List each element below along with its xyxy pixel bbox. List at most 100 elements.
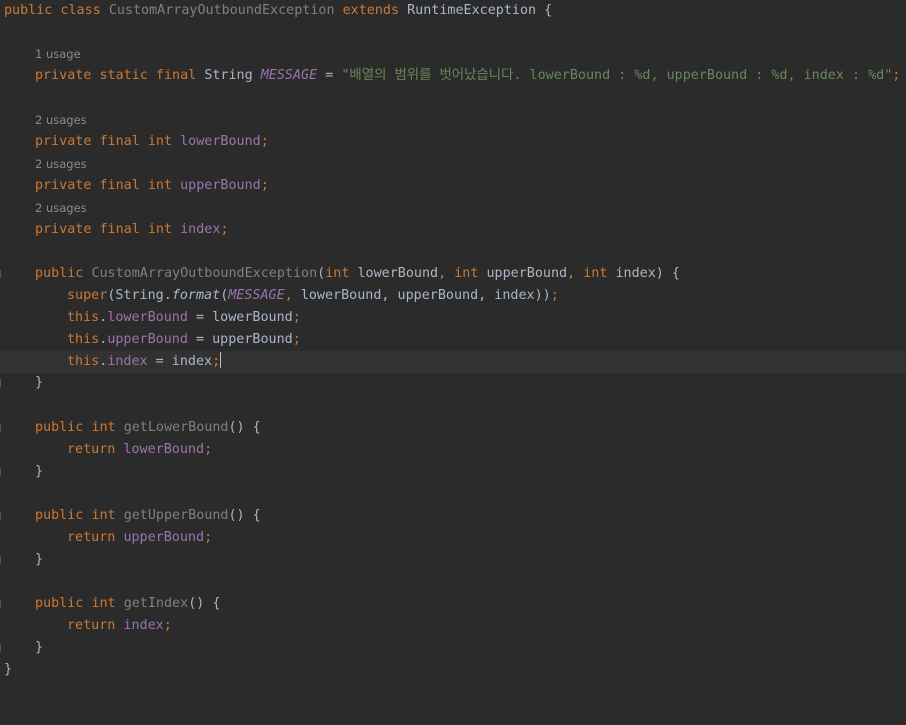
usage-hint[interactable]: 2 usages	[35, 113, 87, 127]
code-line[interactable]: }	[0, 659, 906, 681]
type-name: String	[204, 68, 261, 83]
fold-marker-icon[interactable]	[0, 270, 5, 278]
code-line[interactable]: public int getUpperBound() {	[0, 505, 906, 527]
code-text: (String.	[107, 288, 172, 303]
fold-marker-icon[interactable]	[0, 468, 5, 476]
code-line[interactable]: }	[0, 372, 906, 394]
usage-hint[interactable]: 2 usages	[35, 201, 87, 215]
method-signature: public int getIndex() {	[35, 593, 220, 615]
keyword: return	[67, 530, 124, 545]
code-line[interactable]: }	[0, 461, 906, 483]
paren-brace: () {	[188, 596, 221, 611]
paren: ))	[534, 288, 551, 303]
closing-brace: }	[35, 640, 44, 655]
semicolon: ;	[204, 442, 213, 457]
paren-brace: () {	[228, 508, 261, 523]
arguments: lowerBound, upperBound, index	[300, 288, 535, 303]
code-line[interactable]: this.lowerBound = lowerBound;	[0, 307, 906, 329]
field-declaration: private final int lowerBound;	[35, 131, 269, 153]
fold-marker-icon[interactable]	[0, 424, 5, 432]
superclass-name: RuntimeException {	[407, 3, 553, 18]
closing-brace: }	[35, 552, 44, 567]
assignment: this.index = index;	[67, 351, 222, 373]
super-call: super(String.format(MESSAGE, lowerBound,…	[67, 285, 559, 307]
code-line[interactable]: public class CustomArrayOutboundExceptio…	[0, 0, 906, 22]
code-line[interactable]: return upperBound;	[0, 527, 906, 549]
code-line[interactable]: private final int lowerBound;	[0, 131, 906, 153]
code-line[interactable]: private static final String MESSAGE = "배…	[0, 65, 906, 87]
semicolon: ;	[212, 354, 221, 369]
field-declaration: private final int index;	[35, 219, 229, 241]
message-constant-declaration: private static final String MESSAGE = "배…	[35, 65, 900, 87]
keyword: int	[91, 508, 124, 523]
usage-hint[interactable]: 2 usages	[35, 157, 87, 171]
field-name: index	[123, 618, 164, 633]
code-line[interactable]: private final int index;	[0, 219, 906, 241]
keyword: return	[67, 442, 124, 457]
keyword: int	[454, 266, 487, 281]
code-line[interactable]: }	[0, 549, 906, 571]
code-text: = index	[147, 354, 213, 369]
field-name: lowerBound	[123, 442, 205, 457]
field-name: upperBound	[107, 332, 188, 347]
semicolon: ;	[550, 288, 559, 303]
code-text: = upperBound	[187, 332, 293, 347]
fold-marker-icon[interactable]	[0, 512, 5, 520]
assignment: this.upperBound = upperBound;	[67, 329, 301, 351]
method-name: format	[171, 288, 221, 303]
closing-brace: }	[4, 662, 13, 677]
semicolon: ;	[220, 222, 229, 237]
constructor-name: CustomArrayOutboundException	[91, 266, 318, 281]
keyword: this	[67, 354, 100, 369]
semicolon: ;	[204, 530, 213, 545]
paren-brace: () {	[228, 420, 261, 435]
code-editor[interactable]: public class CustomArrayOutboundExceptio…	[0, 0, 906, 688]
semicolon: ;	[260, 178, 269, 193]
method-name: getLowerBound	[123, 420, 229, 435]
field-name: index	[107, 354, 148, 369]
code-line[interactable]: public int getIndex() {	[0, 593, 906, 615]
code-line[interactable]: return lowerBound;	[0, 439, 906, 461]
keyword: super	[67, 288, 108, 303]
keyword: this	[67, 332, 100, 347]
field-name: upperBound	[123, 530, 205, 545]
comma: ,	[284, 288, 301, 303]
method-signature: public int getLowerBound() {	[35, 417, 261, 439]
class-name: CustomArrayOutboundException	[108, 3, 343, 18]
parameter: upperBound	[486, 266, 568, 281]
keyword: public	[35, 266, 92, 281]
constant-name: MESSAGE	[228, 288, 285, 303]
keyword: private final int	[35, 134, 181, 149]
keyword: this	[67, 310, 100, 325]
current-code-line[interactable]: this.index = index;	[0, 351, 906, 373]
constructor-signature: public CustomArrayOutboundException(int …	[35, 263, 680, 285]
keyword: private static final	[35, 68, 205, 83]
usage-hint[interactable]: 1 usage	[35, 47, 81, 61]
code-line[interactable]: public CustomArrayOutboundException(int …	[0, 263, 906, 285]
fold-marker-icon[interactable]	[0, 600, 5, 608]
keyword: public class	[4, 3, 109, 18]
fold-marker-icon[interactable]	[0, 644, 5, 652]
field-name: lowerBound	[107, 310, 188, 325]
code-line[interactable]: return index;	[0, 615, 906, 637]
keyword: public	[35, 596, 92, 611]
keyword: private final int	[35, 222, 181, 237]
code-line[interactable]: this.upperBound = upperBound;	[0, 329, 906, 351]
keyword: return	[67, 618, 124, 633]
code-line[interactable]: }	[0, 637, 906, 659]
return-statement: return index;	[67, 615, 172, 637]
code-line[interactable]: public int getLowerBound() {	[0, 417, 906, 439]
code-line[interactable]: private final int upperBound;	[0, 175, 906, 197]
closing-brace: }	[35, 375, 44, 390]
fold-marker-icon[interactable]	[0, 379, 5, 387]
keyword: int	[91, 596, 124, 611]
field-declaration: private final int upperBound;	[35, 175, 269, 197]
fold-marker-icon[interactable]	[0, 556, 5, 564]
keyword: extends	[342, 3, 408, 18]
keyword: private final int	[35, 178, 181, 193]
code-line[interactable]: super(String.format(MESSAGE, lowerBound,…	[0, 285, 906, 307]
method-signature: public int getUpperBound() {	[35, 505, 261, 527]
parameter: lowerBound	[357, 266, 439, 281]
field-name: lowerBound	[180, 134, 261, 149]
semicolon: ;	[892, 68, 901, 83]
